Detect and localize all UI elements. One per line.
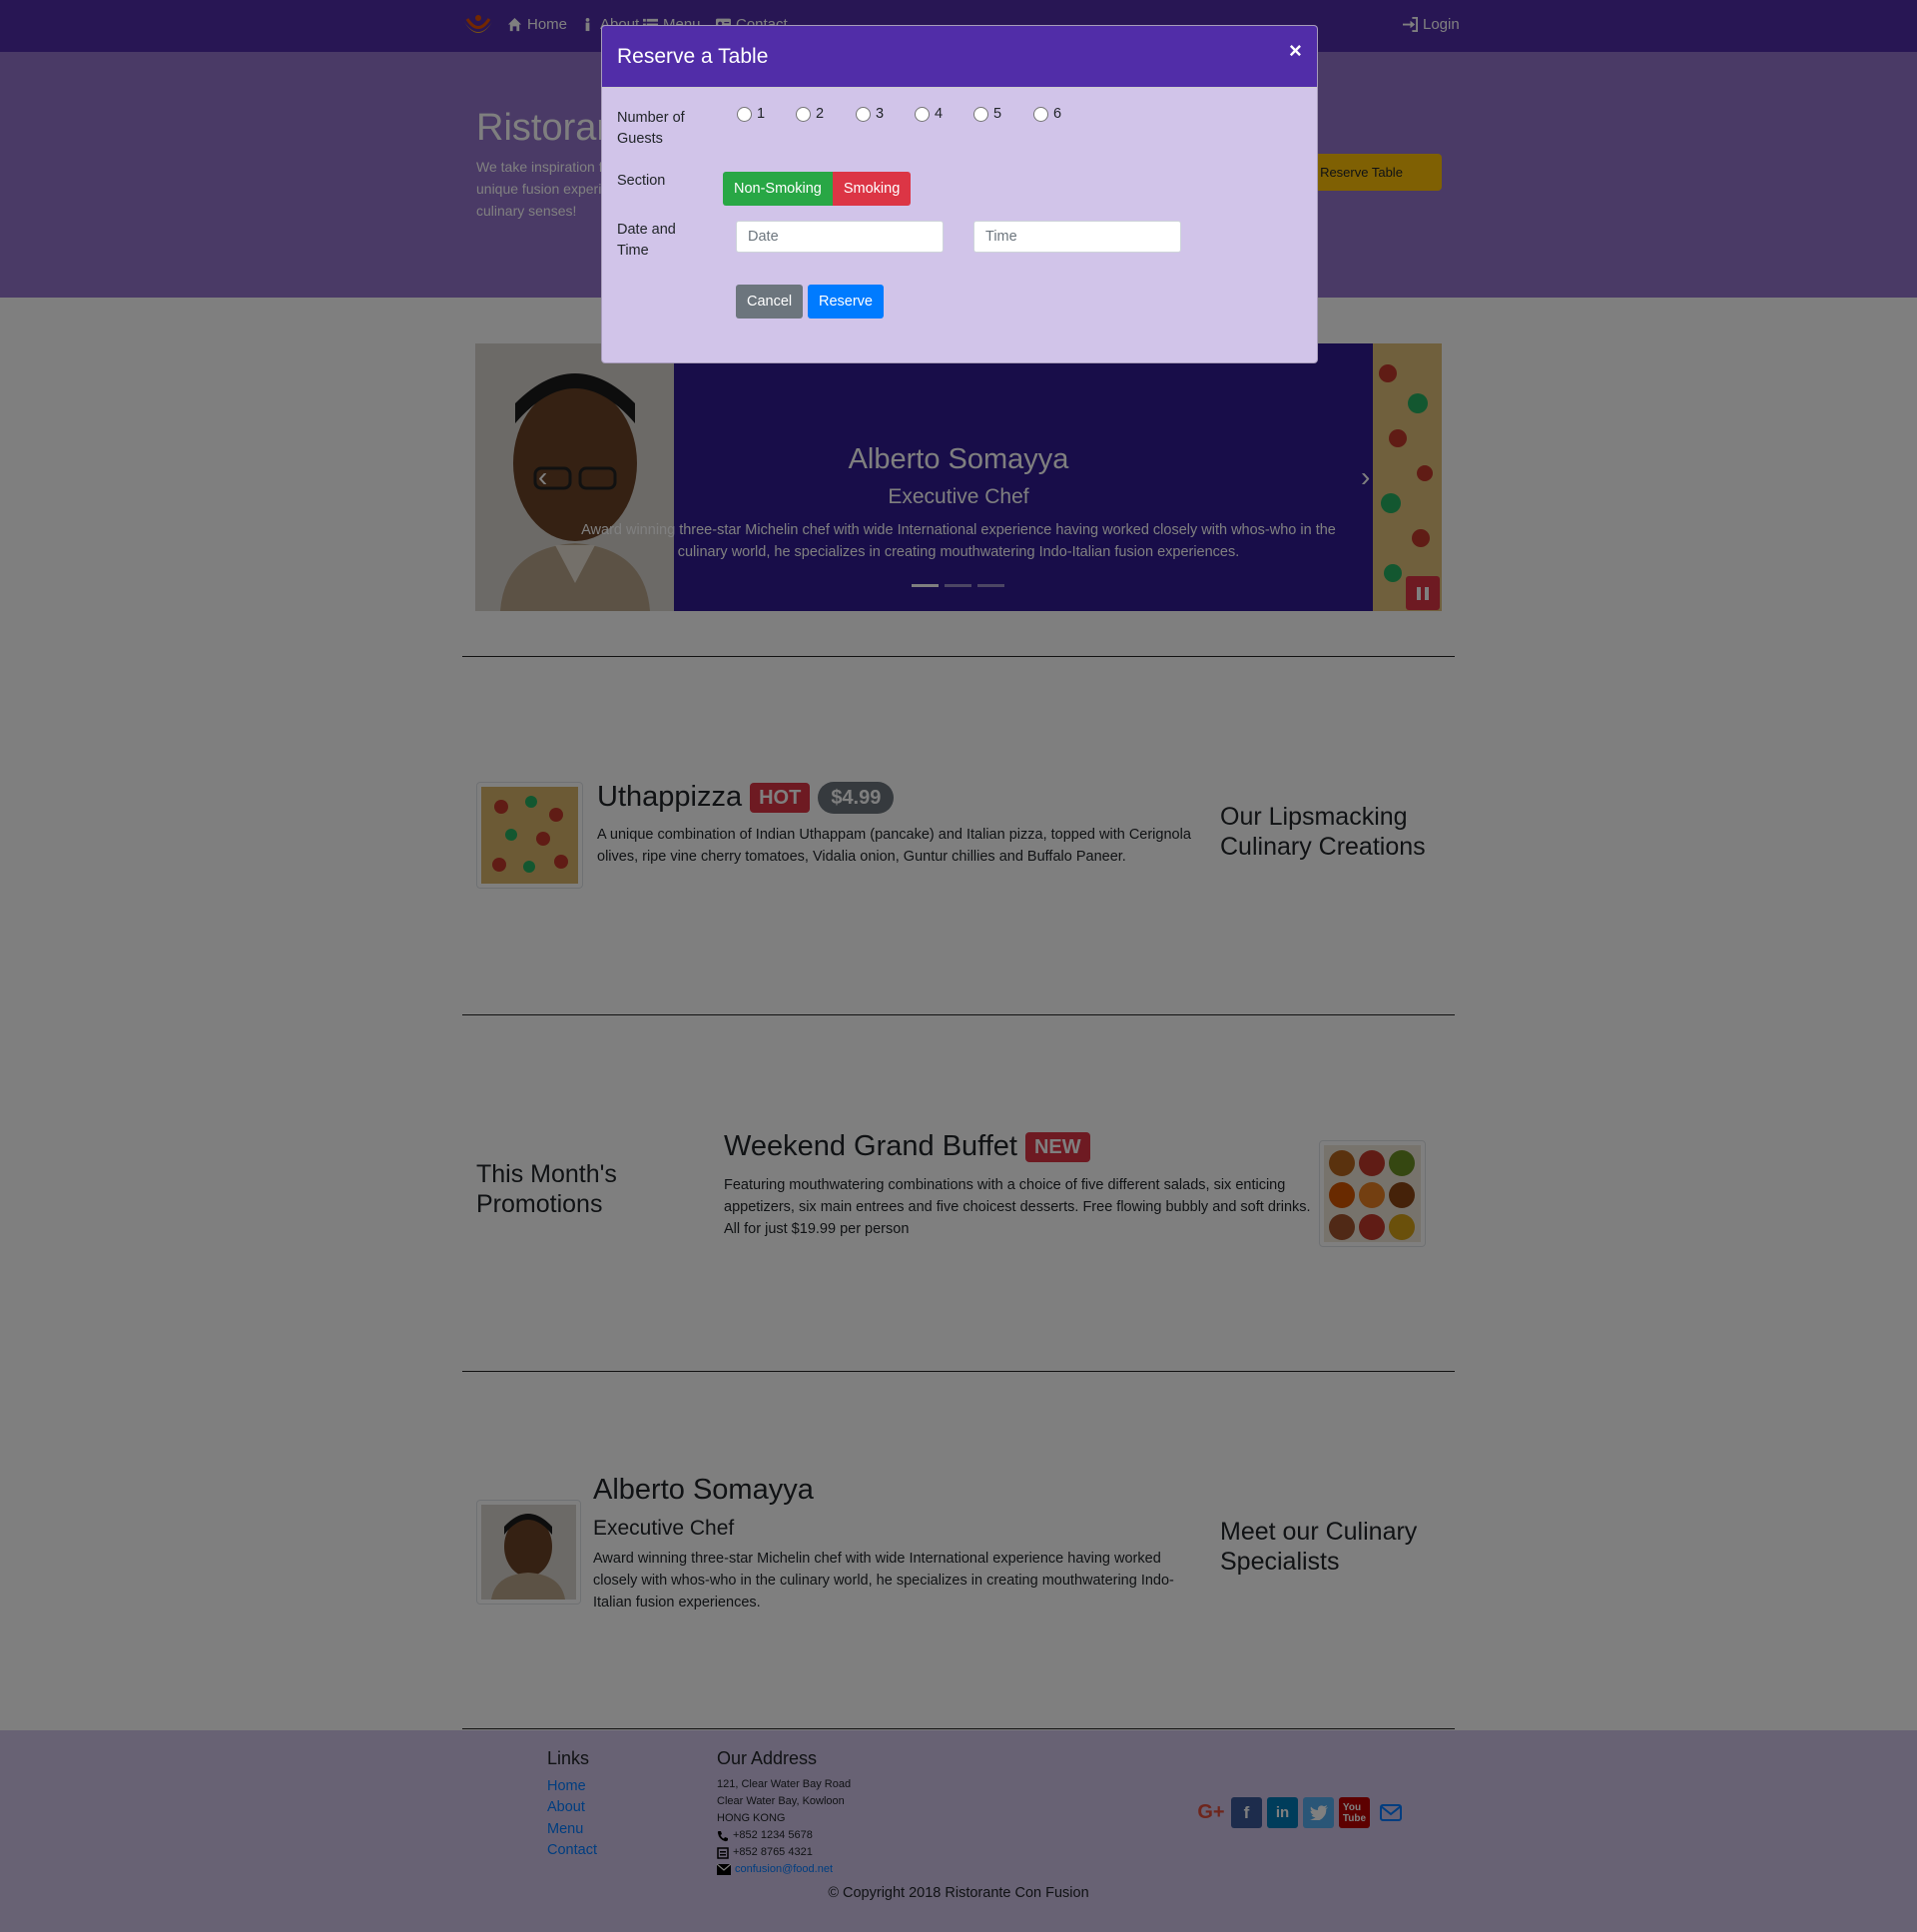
cancel-button[interactable]: Cancel [736, 285, 804, 319]
radio-circle[interactable] [856, 106, 871, 122]
datetime-label: Date and Time [617, 222, 676, 259]
radio-label: 5 [993, 106, 1002, 122]
guests-label: Number of Guests [617, 110, 685, 147]
radio-circle[interactable] [737, 106, 752, 122]
radio-label: 4 [935, 106, 944, 122]
guest-radio-4[interactable]: 4 [915, 106, 943, 122]
guest-radio-3[interactable]: 3 [856, 106, 884, 122]
modal-title: Reserve a Table [617, 45, 769, 68]
non-smoking-button[interactable]: Non-Smoking [723, 172, 833, 206]
guest-radio-6[interactable]: 6 [1033, 106, 1061, 122]
guest-radio-1[interactable]: 1 [737, 106, 765, 122]
radio-circle[interactable] [796, 106, 811, 122]
radio-circle[interactable] [1033, 106, 1048, 122]
date-input[interactable]: Date [736, 221, 944, 253]
guest-radio-5[interactable]: 5 [973, 106, 1001, 122]
close-icon[interactable]: × [1289, 38, 1302, 64]
radio-label: 6 [1053, 106, 1062, 122]
radio-label: 2 [816, 106, 825, 122]
reserve-table-modal: Reserve a Table × Number of Guests 1 2 3… [601, 25, 1318, 363]
smoking-button[interactable]: Smoking [832, 172, 912, 206]
radio-label: 3 [876, 106, 885, 122]
guest-radio-2[interactable]: 2 [796, 106, 824, 122]
radio-label: 1 [757, 106, 766, 122]
section-label: Section [617, 173, 666, 189]
radio-circle[interactable] [973, 106, 988, 122]
radio-circle[interactable] [915, 106, 930, 122]
section-toggle: Non-Smoking Smoking [723, 172, 912, 206]
reserve-button[interactable]: Reserve [808, 285, 884, 319]
modal-header: Reserve a Table × [602, 26, 1317, 88]
time-input[interactable]: Time [973, 221, 1181, 253]
